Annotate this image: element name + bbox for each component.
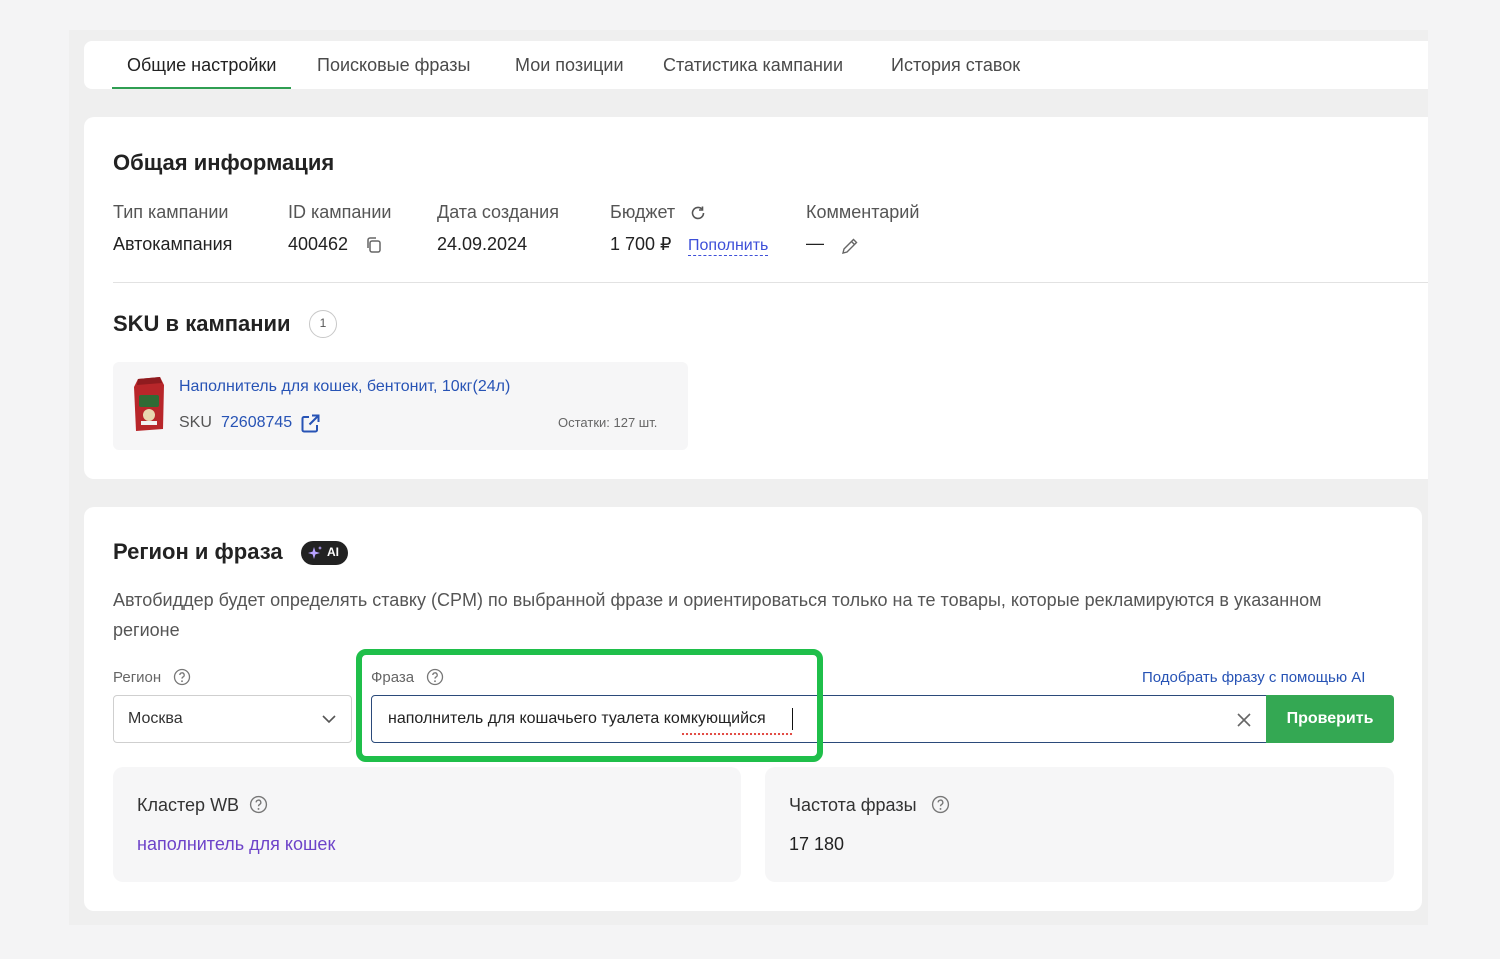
ai-pick-phrase-link[interactable]: Подобрать фразу с помощью AI [1142, 669, 1365, 686]
clear-icon[interactable] [1235, 711, 1253, 729]
sku-section-title: SKU в кампании [113, 311, 291, 336]
cluster-label: Кластер WB [137, 795, 240, 815]
sku-product-name[interactable]: Наполнитель для кошек, бентонит, 10кг(24… [179, 378, 510, 396]
cluster-box [113, 767, 741, 882]
tab-general-settings[interactable]: Общие настройки [111, 41, 292, 89]
text-caret [792, 708, 793, 730]
sku-number[interactable]: 72608745 [221, 414, 292, 432]
campaign-type-label: Тип кампании [113, 202, 229, 222]
sku-label: SKU [179, 414, 212, 431]
chevron-down-icon [322, 715, 336, 724]
region-phrase-title: Регион и фраза [113, 539, 283, 564]
help-icon[interactable] [426, 668, 444, 686]
product-thumbnail [134, 377, 164, 431]
created-value: 24.09.2024 [437, 234, 528, 254]
budget-label: Бюджет [610, 202, 676, 222]
ai-badge-text: AI [327, 545, 339, 559]
created-label: Дата создания [437, 202, 559, 222]
budget-value: 1 700 ₽ [610, 234, 672, 254]
comment-label: Комментарий [806, 202, 920, 222]
region-select-value: Москва [128, 710, 183, 727]
region-select[interactable]: Москва [113, 695, 352, 743]
sparkle-icon [308, 546, 322, 559]
help-icon[interactable] [173, 668, 191, 686]
phrase-input-value: наполнитель для кошачьего туалета комкую… [388, 710, 766, 727]
tab-bid-history[interactable]: История ставок [891, 41, 1020, 89]
frequency-value: 17 180 [789, 834, 845, 854]
frequency-box [765, 767, 1394, 882]
external-link-icon[interactable] [300, 413, 321, 434]
tab-campaign-stats[interactable]: Статистика кампании [663, 41, 843, 89]
tab-search-phrases[interactable]: Поисковые фразы [317, 41, 470, 89]
region-phrase-description: Автобиддер будет определять ставку (CPM)… [113, 590, 1322, 640]
pencil-icon[interactable] [840, 236, 860, 256]
region-label: Регион [113, 669, 162, 686]
phrase-label: Фраза [371, 669, 415, 686]
campaign-id-value: 400462 [288, 234, 349, 254]
tab-bar: Общие настройки Поисковые фразы Мои пози… [84, 41, 1428, 89]
ai-badge: AI [301, 541, 348, 565]
cluster-value-link[interactable]: наполнитель для кошек [137, 834, 335, 855]
general-info-title: Общая информация [113, 150, 335, 175]
refresh-icon[interactable] [689, 204, 707, 222]
campaign-id-label: ID кампании [288, 202, 392, 222]
check-button[interactable]: Проверить [1266, 695, 1394, 743]
frequency-label: Частота фразы [789, 795, 917, 815]
campaign-type-value: Автокампания [113, 234, 233, 254]
spellcheck-underline [681, 733, 793, 736]
section-divider [113, 282, 1428, 283]
comment-value: — [806, 233, 824, 253]
help-icon[interactable] [249, 795, 268, 814]
phrase-input[interactable]: наполнитель для кошачьего туалета комкую… [371, 695, 1267, 743]
copy-icon[interactable] [365, 236, 383, 254]
tab-my-positions[interactable]: Мои позиции [515, 41, 624, 89]
sku-card [113, 362, 688, 450]
help-icon[interactable] [931, 795, 950, 814]
sku-count-badge: 1 [309, 310, 337, 338]
topup-link[interactable]: Пополнить [688, 237, 769, 256]
sku-stock: Остатки: 127 шт. [558, 415, 658, 430]
